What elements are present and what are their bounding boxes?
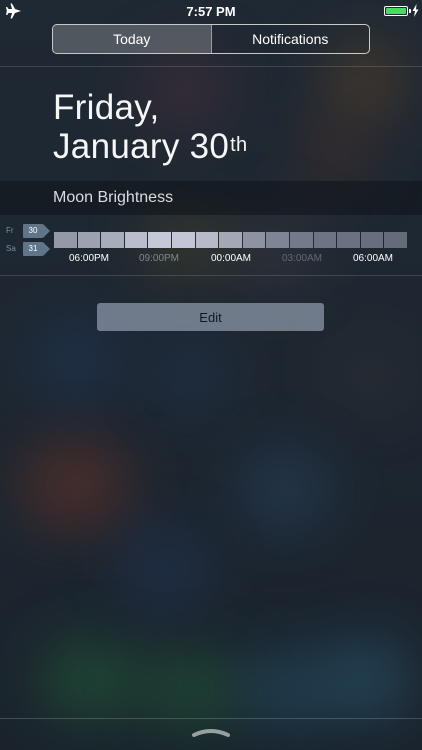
widget-title: Moon Brightness — [53, 189, 174, 206]
brightness-cell — [313, 232, 337, 248]
day-name-saturday: Sa — [6, 244, 16, 253]
brightness-cell — [337, 232, 360, 248]
tab-notifications[interactable]: Notifications — [210, 25, 370, 53]
brightness-cell — [77, 232, 101, 248]
brightness-cell — [101, 232, 124, 248]
date-weekday: Friday, — [53, 88, 160, 127]
moon-brightness-strip — [54, 232, 407, 248]
day-tag-saturday: 31 — [23, 242, 50, 256]
brightness-cell — [124, 232, 148, 248]
brightness-cell — [54, 232, 77, 248]
brightness-cell — [148, 232, 171, 248]
brightness-cell — [289, 232, 313, 248]
battery-icon — [384, 6, 408, 16]
brightness-cell — [360, 232, 384, 248]
divider — [0, 275, 422, 276]
chevron-up-icon[interactable] — [191, 726, 231, 738]
divider — [0, 718, 422, 719]
brightness-cell — [242, 232, 266, 248]
status-bar: 7:57 PM — [0, 0, 422, 22]
time-label-09pm: 09:00PM — [138, 253, 180, 264]
brightness-cell — [266, 232, 289, 248]
time-label-03am: 03:00AM — [281, 253, 323, 264]
time-label-06pm: 06:00PM — [68, 253, 110, 264]
widget-header: Moon Brightness — [0, 181, 422, 215]
brightness-cell — [219, 232, 242, 248]
divider — [0, 66, 422, 67]
brightness-cell — [384, 232, 407, 248]
day-name-friday: Fr — [6, 226, 14, 235]
tab-today[interactable]: Today — [53, 25, 211, 53]
date-month-day: January 30th — [53, 127, 248, 166]
time-label-00am: 00:00AM — [210, 253, 252, 264]
edit-button[interactable]: Edit — [97, 303, 324, 331]
today-notifications-segmented-control: Today Notifications — [52, 24, 370, 54]
day-tag-friday: 30 — [23, 224, 50, 238]
brightness-cell — [195, 232, 219, 248]
brightness-cell — [171, 232, 195, 248]
bolt-icon — [412, 4, 419, 17]
time-label-06am: 06:00AM — [352, 253, 394, 264]
status-time: 7:57 PM — [186, 4, 236, 19]
